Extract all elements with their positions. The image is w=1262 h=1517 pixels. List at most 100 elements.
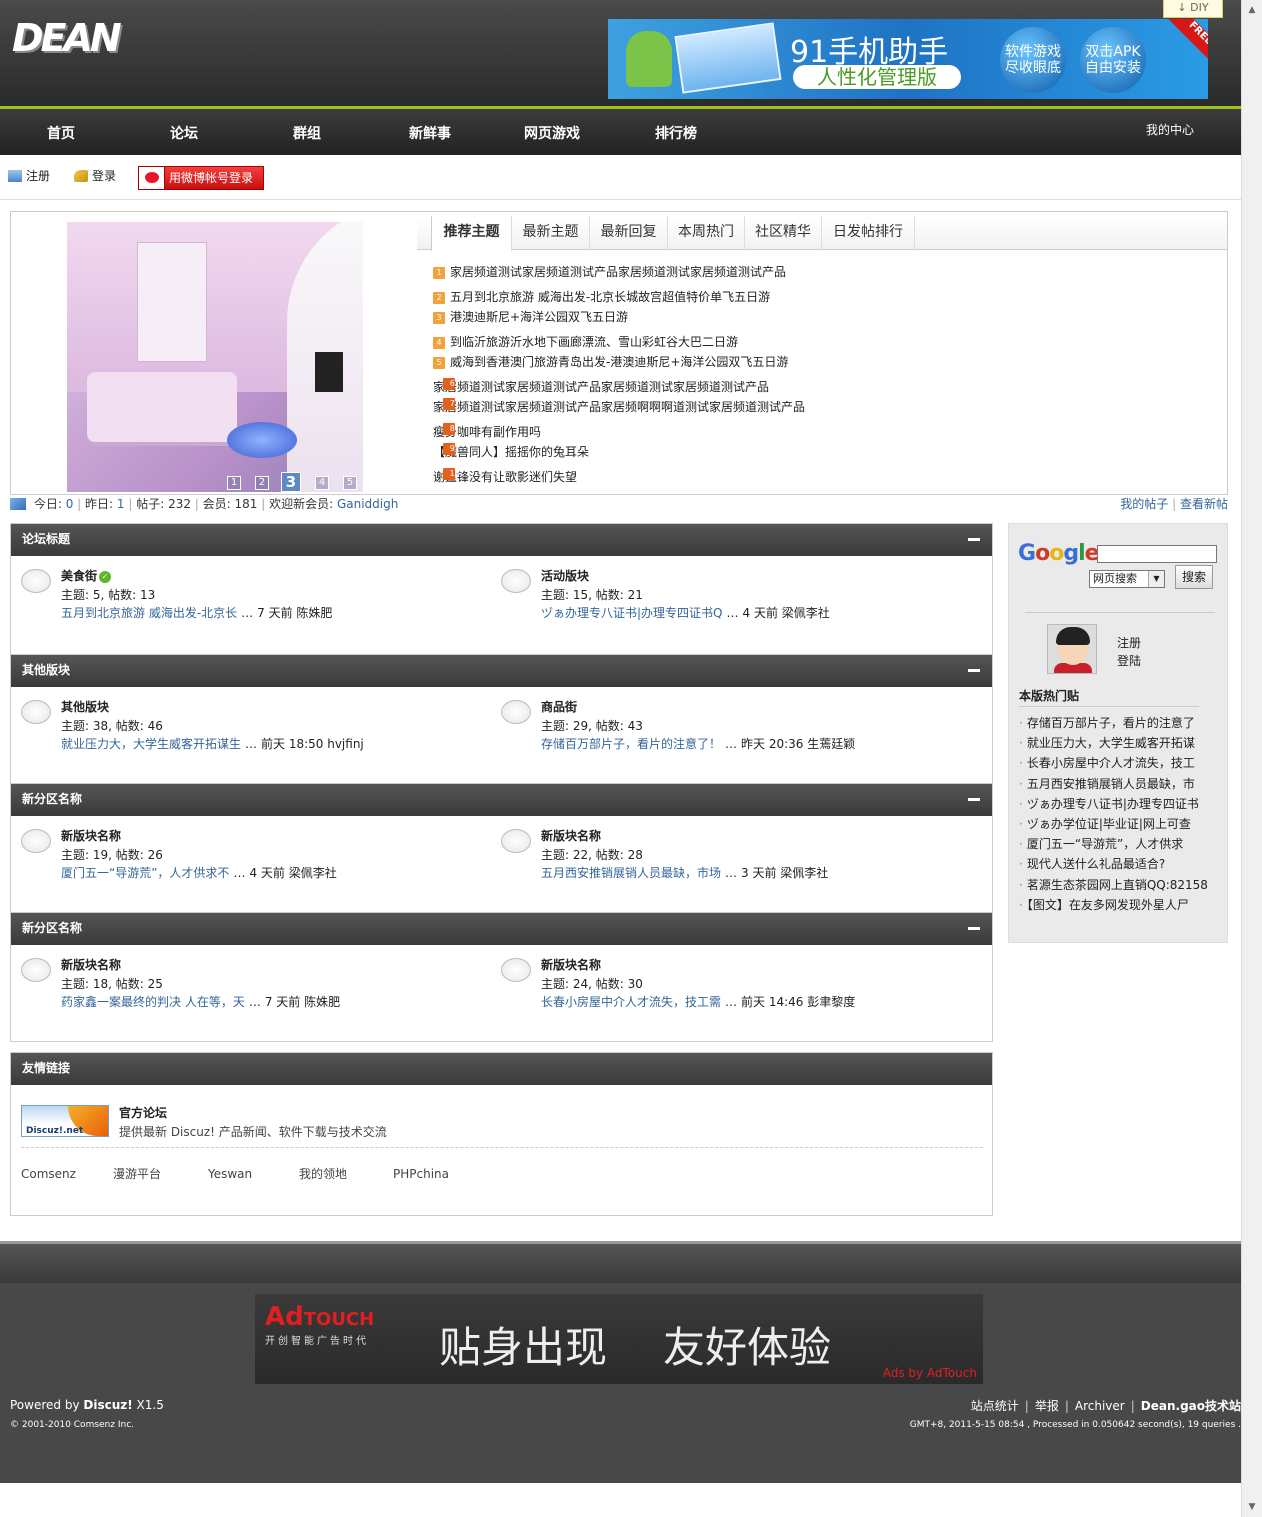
nav-ranking[interactable]: 排行榜 (655, 123, 697, 143)
new-member-link[interactable]: Ganiddigh (337, 497, 398, 511)
hot-post-link[interactable]: 就业压力大，大学生威客开拓谋 (1019, 734, 1195, 751)
nav-web-games[interactable]: 网页游戏 (524, 123, 580, 143)
nav-groups[interactable]: 群组 (293, 123, 321, 143)
forum-name-link[interactable]: 其他版块 (61, 698, 109, 715)
view-new-posts-link[interactable]: 查看新帖 (1180, 497, 1228, 511)
forum-group-title[interactable]: 论坛标题 (22, 532, 70, 546)
forum-group-title[interactable]: 新分区名称 (22, 921, 82, 935)
footer-ad-banner[interactable]: AdTOUCH 开创智能广告时代 贴身出现 友好体验 Ads by AdTouc… (255, 1294, 983, 1384)
ads-by-link[interactable]: Ads by AdTouch (883, 1366, 977, 1380)
nav-home[interactable]: 首页 (47, 123, 75, 143)
forum-name-link[interactable]: 新版块名称 (61, 827, 121, 844)
tab-recommended[interactable]: 推荐主题 (431, 216, 512, 251)
collapse-icon[interactable] (968, 798, 980, 801)
hot-post-link[interactable]: 现代人送什么礼品最适合? (1019, 855, 1165, 872)
slide-page-4[interactable]: 4 (315, 476, 329, 490)
nav-fresh[interactable]: 新鲜事 (409, 123, 451, 143)
friend-link-phpchina[interactable]: PHPchina (393, 1167, 449, 1181)
official-forum-link[interactable]: 官方论坛 (119, 1104, 167, 1121)
topic-item[interactable]: 10谢霆锋没有让歌影迷们失望 (433, 468, 577, 485)
tab-weekly-hot[interactable]: 本周热门 (668, 216, 745, 250)
collapse-icon[interactable] (968, 538, 980, 541)
topic-item[interactable]: 1 家居频道测试家居频道测试产品家居频道测试家居频道测试产品 (433, 263, 786, 280)
hot-post-link[interactable]: 茗源生态茶园网上直销QQ:82158 (1019, 876, 1208, 893)
site-logo[interactable]: DEAN (12, 16, 122, 60)
page-scrollbar[interactable]: ▲ ▼ (1241, 0, 1262, 1517)
topic-item[interactable]: 9【魔兽同人】摇摇你的兔耳朵 (433, 443, 589, 460)
topic-item[interactable]: 2 五月到北京旅游 威海出发-北京长城故宫超值特价单飞五日游 (433, 288, 770, 305)
scroll-up-icon[interactable]: ▲ (1244, 2, 1260, 18)
topic-item[interactable]: 7家居频道测试家居频道测试产品家居频啊啊啊道测试家居频道测试产品 (433, 398, 805, 415)
google-search-input[interactable] (1097, 545, 1217, 563)
hot-post-link[interactable]: 长春小房屋中介人才流失，技工 (1019, 754, 1195, 771)
collapse-icon[interactable] (968, 927, 980, 930)
google-search-type-select[interactable]: 网页搜索 ▼ (1089, 570, 1165, 588)
header-banner-ad[interactable]: 91手机助手 人性化管理版 软件游戏尽收眼底 双击APK自由安装 FREE (608, 19, 1208, 99)
avatar[interactable] (1047, 624, 1097, 674)
hot-post-link[interactable]: 厦门五一“导游荒”，人才供求 (1019, 835, 1183, 852)
hot-post-link[interactable]: ヅぁ办理专八证书|办理专四证书 (1019, 795, 1199, 812)
discuz-logo[interactable]: Discuz!.net (21, 1105, 109, 1137)
slide-page-3[interactable]: 3 (281, 472, 301, 492)
topic-item[interactable]: 6家居频道测试家居频道测试产品家居频道测试家居频道测试产品 (433, 378, 769, 395)
last-post-link[interactable]: 药家鑫一案最终的判决 人在等，天 (61, 995, 245, 1009)
sidebar-login-link[interactable]: 登陆 (1117, 652, 1141, 669)
hot-post-link[interactable]: 存储百万部片子，看片的注意了 (1019, 714, 1195, 731)
copyright: © 2001-2010 Comsenz Inc. (10, 1420, 135, 1430)
weibo-login-button[interactable]: 用微博帐号登录 (138, 166, 264, 190)
forum-last-post: 药家鑫一案最终的判决 人在等，天… 7 天前 陈姝肥 (61, 995, 341, 1009)
last-post-link[interactable]: 厦门五一“导游荒”，人才供求不 (61, 866, 229, 880)
tab-daily-ranking[interactable]: 日发帖排行 (822, 216, 915, 250)
last-post-link[interactable]: ヅぁ办理专八证书|办理专四证书Q (541, 606, 723, 620)
google-search-button[interactable]: 搜索 (1175, 565, 1213, 589)
last-post-link[interactable]: 长春小房屋中介人才流失，技工需 (541, 995, 721, 1009)
forum-name-link[interactable]: 美食街 ✓ (61, 567, 112, 584)
hot-post-link[interactable]: 五月西安推销展销人员最缺，市 (1019, 775, 1195, 792)
forum-name-link[interactable]: 商品街 (541, 698, 577, 715)
slide-page-5[interactable]: 5 (343, 476, 357, 490)
last-post-link[interactable]: 就业压力大，大学生威客开拓谋生 (61, 737, 241, 751)
discuz-link[interactable]: Discuz! (83, 1398, 132, 1412)
friend-link-comsenz[interactable]: Comsenz (21, 1167, 76, 1181)
last-post-link[interactable]: 五月西安推销展销人员最缺，市场 (541, 866, 721, 880)
slide-page-2[interactable]: 2 (255, 476, 269, 490)
sidebar-register-link[interactable]: 注册 (1117, 634, 1141, 651)
tab-digest[interactable]: 社区精华 (745, 216, 822, 250)
diy-button[interactable]: ↓ DIY (1163, 0, 1223, 18)
register-icon (8, 170, 22, 182)
friend-link-manyou[interactable]: 漫游平台 (113, 1165, 161, 1182)
footer-archiver-link[interactable]: Archiver (1075, 1399, 1125, 1413)
forum-name-link[interactable]: 新版块名称 (61, 956, 121, 973)
forum-name-link[interactable]: 新版块名称 (541, 827, 601, 844)
footer-site-link[interactable]: Dean.gao技术站 (1141, 1399, 1241, 1413)
topic-item[interactable]: 8瘦身咖啡有副作用吗 (433, 423, 541, 440)
slide-page-1[interactable]: 1 (227, 476, 241, 490)
topic-item[interactable]: 4 到临沂旅游沂水地下画廊漂流、雪山彩虹谷大巴二日游 (433, 333, 738, 350)
my-center-link[interactable]: 我的中心 (1146, 121, 1194, 138)
collapse-icon[interactable] (968, 669, 980, 672)
forum-group-title[interactable]: 其他版块 (22, 663, 70, 677)
nav-forum[interactable]: 论坛 (170, 123, 198, 143)
last-post-link[interactable]: 五月到北京旅游 威海出发-北京长 (61, 606, 237, 620)
footer-report-link[interactable]: 举报 (1035, 1399, 1059, 1413)
register-link[interactable]: 注册 (8, 167, 50, 184)
topic-item[interactable]: 5 威海到香港澳门旅游青岛出发-港澳迪斯尼+海洋公园双飞五日游 (433, 353, 788, 370)
hot-post-link[interactable]: 【图文】在友多网发现外星人尸 (1019, 896, 1189, 913)
friend-link-my-territory[interactable]: 我的领地 (299, 1165, 347, 1182)
topic-item[interactable]: 3 港澳迪斯尼+海洋公园双飞五日游 (433, 308, 628, 325)
friend-link-yeswan[interactable]: Yeswan (208, 1167, 252, 1181)
last-post-link[interactable]: 存储百万部片子，看片的注意了！ (541, 737, 721, 751)
forum-item: 新版块名称 主题: 24, 帖数: 30 长春小房屋中介人才流失，技工需… 前天 14… (501, 956, 971, 1026)
login-link[interactable]: 登录 (74, 167, 116, 184)
forum-name-link[interactable]: 新版块名称 (541, 956, 601, 973)
my-posts-link[interactable]: 我的帖子 (1120, 497, 1168, 511)
scroll-down-icon[interactable]: ▼ (1244, 1499, 1260, 1515)
forum-status-icon (501, 569, 531, 593)
forum-group-title[interactable]: 新分区名称 (22, 792, 82, 806)
featured-slideshow-image[interactable]: 1 2 3 4 5 (67, 222, 363, 492)
footer-stats-link[interactable]: 站点统计 (971, 1399, 1019, 1413)
tab-latest-replies[interactable]: 最新回复 (590, 216, 668, 250)
forum-name-link[interactable]: 活动版块 (541, 567, 589, 584)
hot-post-link[interactable]: ヅぁ办学位证|毕业证|网上可查 (1019, 815, 1191, 832)
tab-latest-topics[interactable]: 最新主题 (512, 216, 590, 250)
